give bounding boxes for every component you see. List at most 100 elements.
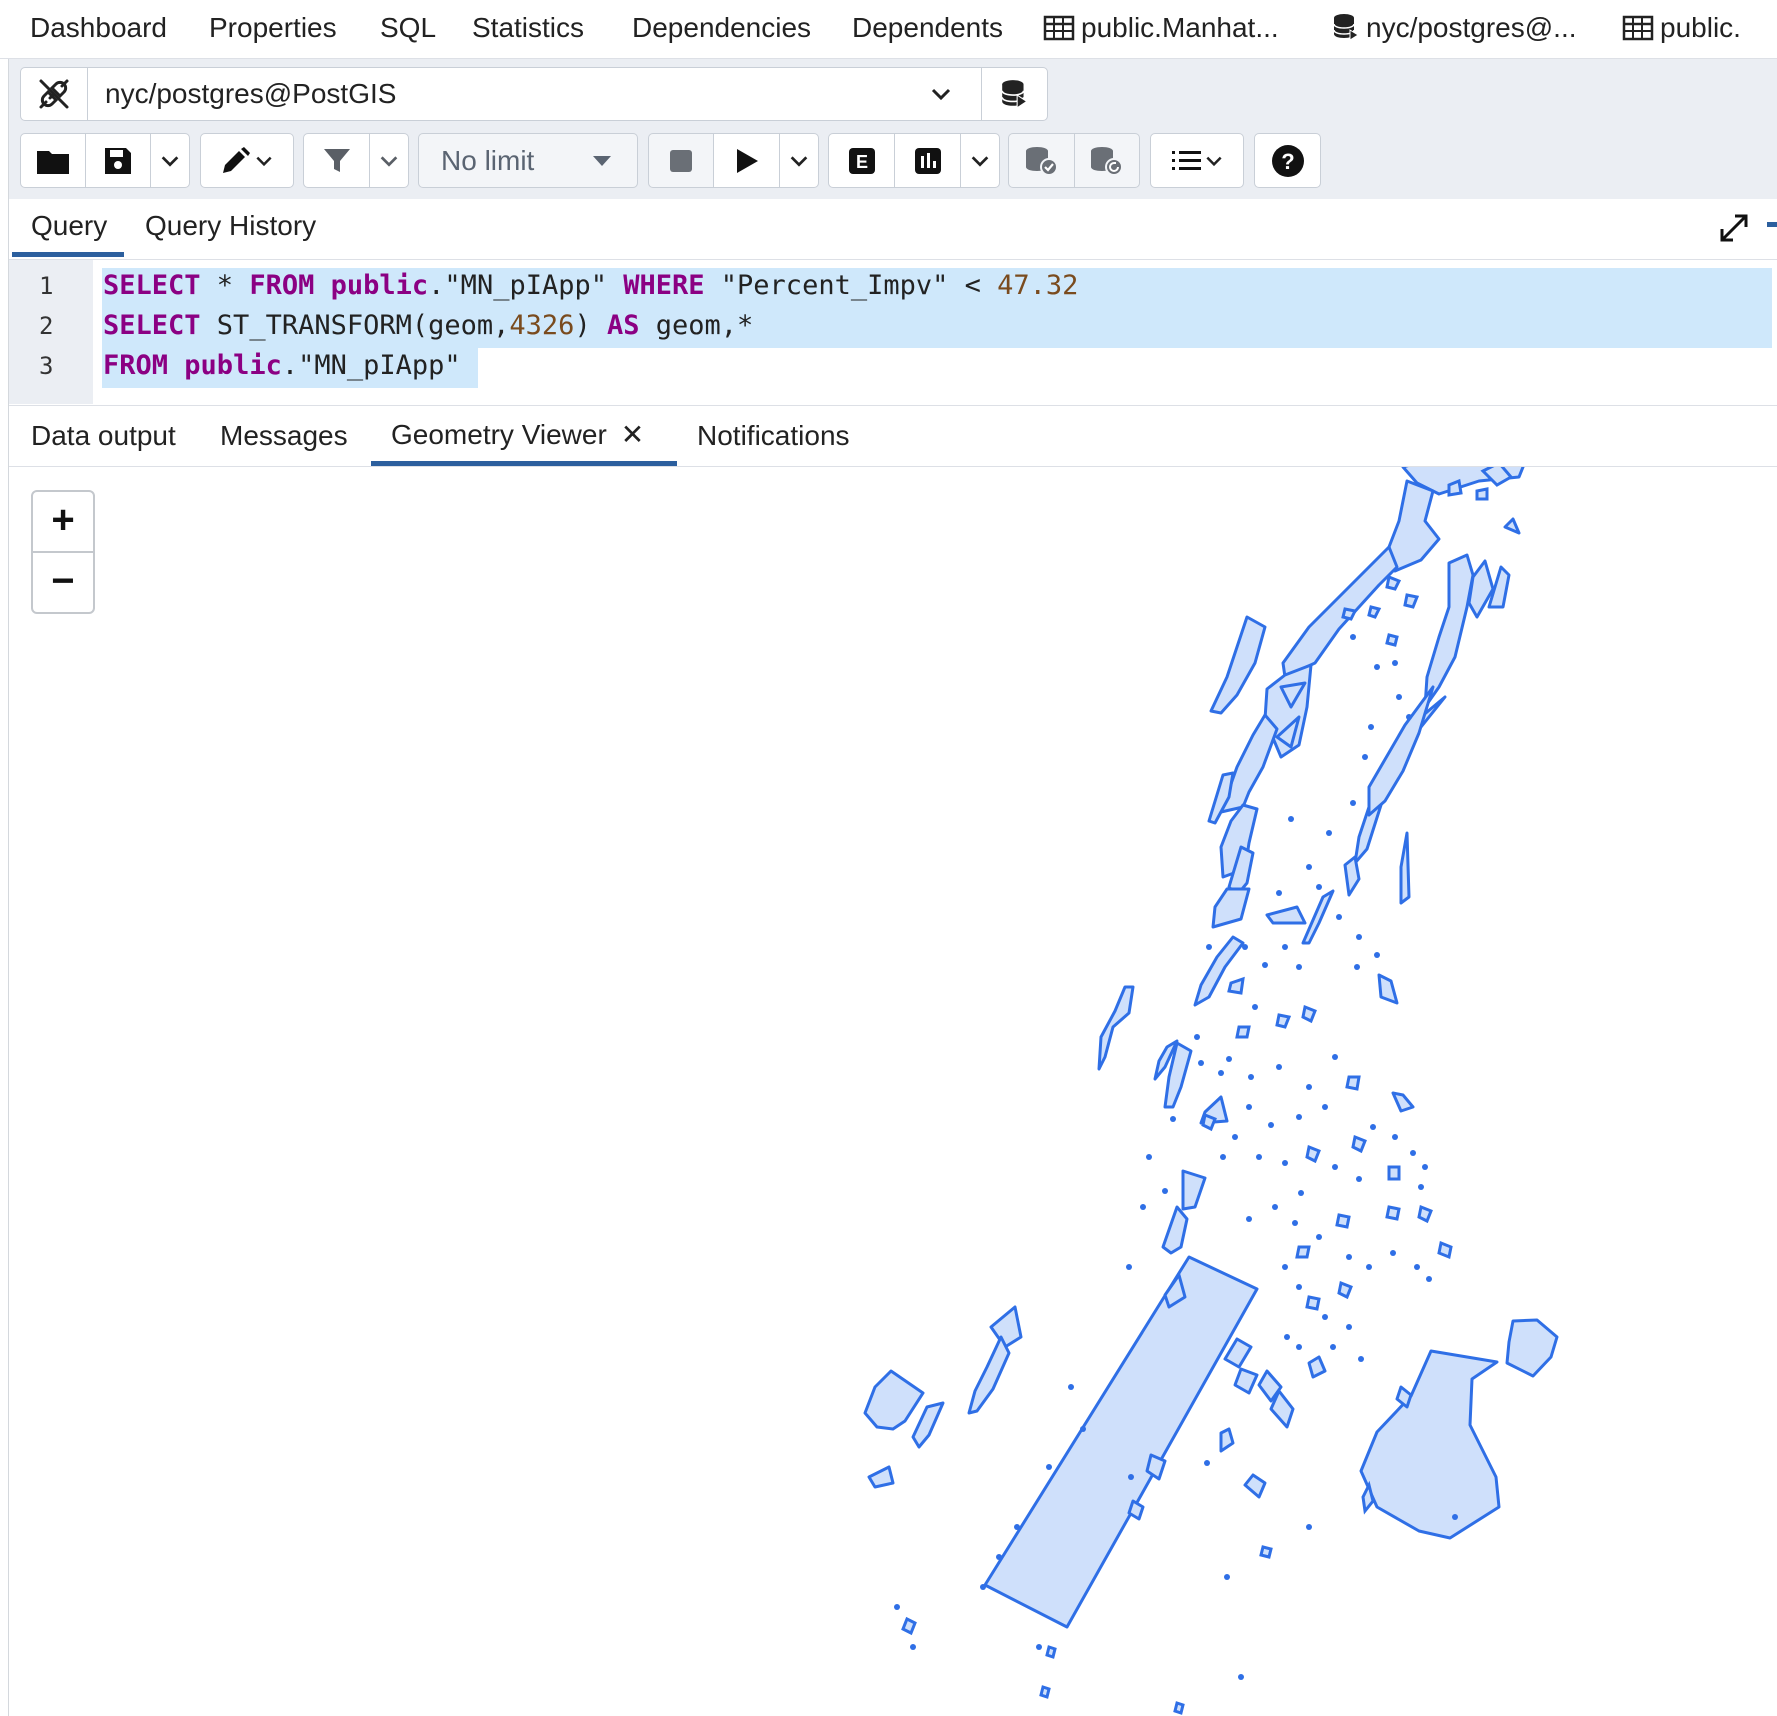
point-marker: [1140, 1204, 1146, 1210]
sql-editor[interactable]: 1 2 3 SELECT * FROM public."MN_pIApp" WH…: [9, 260, 1777, 406]
point-marker: [1298, 1190, 1304, 1196]
new-connection-button[interactable]: [981, 68, 1048, 120]
tab-properties[interactable]: Properties: [209, 0, 337, 56]
tab-dashboard[interactable]: Dashboard: [30, 0, 167, 56]
point-marker: [1284, 1334, 1290, 1340]
point-marker: [1368, 724, 1374, 730]
polygon-shape: [1367, 605, 1382, 619]
execute-button[interactable]: [713, 133, 780, 188]
point-marker: [1392, 1134, 1398, 1140]
expand-icon[interactable]: [1717, 211, 1751, 245]
tab-query-history[interactable]: Query History: [145, 199, 316, 257]
connection-selector[interactable]: nyc/postgres@PostGIS: [20, 67, 1048, 121]
point-marker: [1224, 1574, 1230, 1580]
tab-table-public[interactable]: public.: [1622, 0, 1741, 56]
edit-button[interactable]: [200, 133, 294, 188]
rollback-button[interactable]: [1074, 133, 1140, 188]
list-icon: [1172, 150, 1201, 170]
explain-options-dropdown[interactable]: [960, 133, 1000, 188]
polygon-shape: [1097, 985, 1135, 1071]
tab-table-manhattan[interactable]: public.Manhat...: [1043, 0, 1279, 56]
execute-options-dropdown[interactable]: [779, 133, 819, 188]
point-marker: [1296, 964, 1302, 970]
line-number: 3: [39, 352, 54, 380]
help-button[interactable]: ?: [1254, 133, 1321, 188]
geometry-map[interactable]: + −: [9, 467, 1777, 1716]
explain-button[interactable]: E: [828, 133, 895, 188]
point-marker: [1282, 1264, 1288, 1270]
polygon-shape: [1385, 574, 1402, 591]
polygon-shape: [1305, 1295, 1321, 1311]
polygon-shape: [1243, 1473, 1267, 1499]
svg-text:E: E: [855, 152, 867, 172]
tab-data-output[interactable]: Data output: [31, 406, 176, 466]
explain-icon: E: [848, 147, 875, 174]
pencil-icon: [223, 146, 250, 173]
tab-dependencies[interactable]: Dependencies: [632, 0, 811, 56]
polygon-shape: [1209, 615, 1267, 715]
tab-dependents[interactable]: Dependents: [852, 0, 1003, 56]
point-marker: [1332, 1054, 1338, 1060]
point-marker: [1422, 1164, 1428, 1170]
polygon-shape: [1281, 545, 1399, 679]
chart-bar-icon: [914, 147, 941, 174]
point-marker: [1316, 884, 1322, 890]
point-marker: [1306, 1524, 1312, 1530]
zoom-in-button[interactable]: +: [33, 492, 93, 553]
point-marker: [1146, 1154, 1152, 1160]
close-icon[interactable]: ✕: [621, 419, 644, 450]
tab-geometry-viewer[interactable]: Geometry Viewer ✕: [371, 406, 677, 466]
filter-options-dropdown[interactable]: [369, 133, 409, 188]
point-marker: [1346, 1254, 1352, 1260]
filter-icon: [323, 148, 350, 172]
connection-name: nyc/postgres@PostGIS: [105, 78, 397, 109]
chevron-down-icon: [971, 155, 989, 167]
polygon-shape: [901, 1616, 917, 1636]
save-file-button[interactable]: [85, 133, 151, 188]
tab-query[interactable]: Query: [12, 199, 124, 257]
polygon-shape: [1161, 1205, 1189, 1255]
polygon-shape: [1385, 633, 1399, 647]
tab-sql[interactable]: SQL: [380, 0, 436, 56]
tab-notifications[interactable]: Notifications: [697, 406, 850, 466]
point-marker: [1316, 1234, 1322, 1240]
point-marker: [1322, 1104, 1328, 1110]
point-marker: [996, 1554, 1002, 1560]
point-marker: [1170, 1116, 1176, 1122]
point-marker: [1374, 664, 1380, 670]
polygon-shape: [1353, 695, 1447, 865]
point-marker: [1326, 830, 1332, 836]
tab-query-tool[interactable]: nyc/postgres@...: [1332, 0, 1577, 56]
row-limit-select[interactable]: No limit: [418, 133, 638, 188]
commit-button[interactable]: [1008, 133, 1075, 188]
stop-query-button[interactable]: [648, 133, 714, 188]
polygon-shape: [1387, 1165, 1401, 1181]
point-marker: [980, 1584, 986, 1590]
save-options-dropdown[interactable]: [150, 133, 190, 188]
polygon-shape: [1503, 517, 1521, 535]
chevron-down-icon: [161, 155, 179, 167]
polygon-shape: [967, 1335, 1011, 1415]
polygon-shape: [911, 1401, 945, 1449]
macros-button[interactable]: [1150, 133, 1244, 188]
polygon-shape: [1345, 1075, 1361, 1091]
polygon-shape: [1181, 1169, 1207, 1211]
zoom-out-button[interactable]: −: [33, 553, 93, 612]
point-marker: [1356, 934, 1362, 940]
polygon-shape: [1387, 479, 1441, 573]
connection-status-icon[interactable]: [21, 68, 88, 120]
polygon-shape: [1039, 1685, 1051, 1699]
tab-statistics[interactable]: Statistics: [472, 0, 584, 56]
chevron-down-icon: [790, 155, 808, 167]
tab-messages[interactable]: Messages: [220, 406, 348, 466]
point-marker: [1396, 694, 1402, 700]
point-marker: [1362, 754, 1368, 760]
point-marker: [1350, 800, 1356, 806]
line-number: 1: [39, 272, 54, 300]
explain-analyze-button[interactable]: [894, 133, 961, 188]
filter-button[interactable]: [303, 133, 370, 188]
point-marker: [1288, 816, 1294, 822]
open-file-button[interactable]: [20, 133, 86, 188]
point-marker: [894, 1604, 900, 1610]
chevron-down-icon[interactable]: [929, 82, 953, 106]
